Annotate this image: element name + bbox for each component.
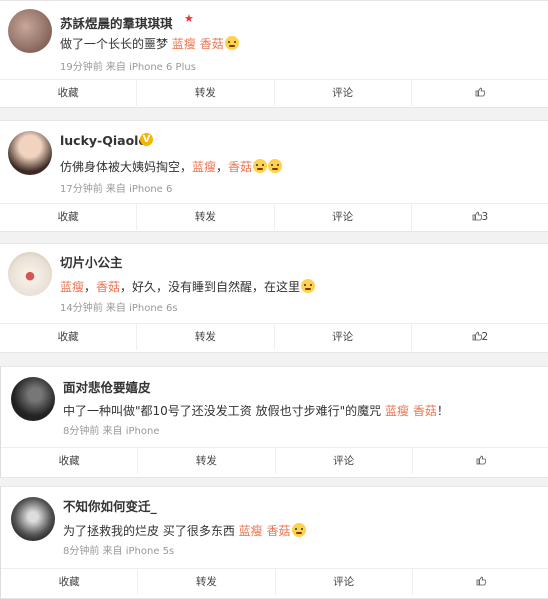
hashtag-xianggu[interactable]: 香菇 (96, 280, 120, 294)
post-meta: 14分钟前 来自 iPhone 6s (60, 303, 178, 314)
repost-button[interactable]: 转发 (137, 80, 275, 106)
post-text: 做了一个长长的噩梦 蓝瘦 香菇 (60, 35, 239, 52)
post-card: 不知你如何变迁_ 为了拯救我的烂皮 买了很多东西 蓝瘦 香菇 8分钟前 来自 i… (0, 486, 548, 599)
post-text: 为了拯救我的烂皮 买了很多东西 蓝瘦 香菇 (63, 522, 306, 539)
post-card: 切片小公主 蓝瘦，香菇，好久，没有睡到自然醒，在这里 14分钟前 来自 iPho… (0, 243, 548, 353)
thumbs-up-icon (476, 576, 486, 586)
username[interactable]: 不知你如何变迁_ (63, 496, 157, 515)
avatar[interactable] (11, 377, 55, 421)
star-icon: ★ (184, 12, 194, 25)
favorite-button[interactable]: 收藏 (0, 324, 138, 350)
comment-button[interactable]: 评论 (275, 80, 412, 106)
post-card: 面对悲伧要嬉皮 中了一种叫做"都10号了还没发工资 放假也寸步难行"的魔咒 蓝瘦… (0, 366, 548, 478)
thumbs-up-icon (472, 331, 482, 341)
hashtag-lanshou[interactable]: 蓝瘦 (192, 160, 216, 174)
repost-button[interactable]: 转发 (138, 569, 276, 595)
thumbs-up-icon (475, 87, 485, 97)
hashtag-lanshou[interactable]: 蓝瘦 (60, 280, 84, 294)
hashtag-lanshou[interactable]: 蓝瘦 (172, 37, 196, 51)
username[interactable]: 切片小公主 (60, 252, 123, 271)
favorite-button[interactable]: 收藏 (1, 569, 139, 595)
hashtag-xianggu[interactable]: 香菇 (228, 160, 252, 174)
avatar[interactable] (8, 9, 52, 53)
username[interactable]: 面对悲伧要嬉皮 (63, 377, 151, 396)
like-button[interactable] (413, 569, 548, 595)
comment-button[interactable]: 评论 (276, 448, 413, 474)
post-meta: 8分钟前 来自 iPhone 5s (63, 546, 175, 557)
emoji-icon (301, 279, 316, 293)
verified-v-icon: V (140, 133, 153, 146)
avatar[interactable] (8, 252, 52, 296)
comment-button[interactable]: 评论 (276, 569, 413, 595)
like-button[interactable]: 2 (412, 324, 548, 350)
emoji-icon (253, 159, 268, 173)
like-button[interactable]: 3 (412, 204, 548, 230)
username[interactable]: lucky-Qiaole (60, 133, 147, 148)
favorite-button[interactable]: 收藏 (0, 204, 138, 230)
comment-button[interactable]: 评论 (275, 204, 412, 230)
emoji-icon (291, 523, 306, 537)
favorite-button[interactable]: 收藏 (1, 448, 139, 474)
action-bar: 收藏 转发 评论 (0, 79, 548, 106)
hashtag-xianggu[interactable]: 香菇 (200, 37, 224, 51)
comment-button[interactable]: 评论 (275, 324, 412, 350)
hashtag-lanshou[interactable]: 蓝瘦 (385, 404, 409, 418)
action-bar: 收藏 转发 评论 3 (0, 203, 548, 230)
thumbs-up-icon (476, 455, 486, 465)
action-bar: 收藏 转发 评论 2 (0, 323, 548, 350)
post-card: 苏訸煜晨的羣琪琪琪 ★ 做了一个长长的噩梦 蓝瘦 香菇 19分钟前 来自 iPh… (0, 0, 548, 108)
repost-button[interactable]: 转发 (137, 204, 275, 230)
post-text: 仿佛身体被大姨妈掏空，蓝瘦，香菇 (60, 158, 283, 175)
like-button[interactable] (413, 448, 548, 474)
avatar[interactable] (8, 131, 52, 175)
hashtag-xianggu[interactable]: 香菇 (413, 404, 437, 418)
post-meta: 17分钟前 来自 iPhone 6 (60, 184, 173, 195)
action-bar: 收藏 转发 评论 (1, 568, 548, 595)
post-meta: 8分钟前 来自 iPhone (63, 426, 160, 437)
hashtag-xianggu[interactable]: 香菇 (267, 524, 291, 538)
post-meta: 19分钟前 来自 iPhone 6 Plus (60, 62, 196, 73)
emoji-icon (268, 159, 283, 173)
post-text: 蓝瘦，香菇，好久，没有睡到自然醒，在这里 (60, 278, 316, 295)
post-text: 中了一种叫做"都10号了还没发工资 放假也寸步难行"的魔咒 蓝瘦 香菇！ (63, 404, 449, 418)
hashtag-lanshou[interactable]: 蓝瘦 (239, 524, 263, 538)
repost-button[interactable]: 转发 (138, 448, 276, 474)
emoji-icon (224, 36, 239, 50)
username[interactable]: 苏訸煜晨的羣琪琪琪 (60, 13, 173, 32)
post-card: lucky-Qiaole V 仿佛身体被大姨妈掏空，蓝瘦，香菇 17分钟前 来自… (0, 120, 548, 232)
repost-button[interactable]: 转发 (137, 324, 275, 350)
like-button[interactable] (412, 80, 548, 106)
avatar[interactable] (11, 497, 55, 541)
favorite-button[interactable]: 收藏 (0, 80, 138, 106)
thumbs-up-icon (472, 211, 482, 221)
action-bar: 收藏 转发 评论 (1, 447, 548, 474)
